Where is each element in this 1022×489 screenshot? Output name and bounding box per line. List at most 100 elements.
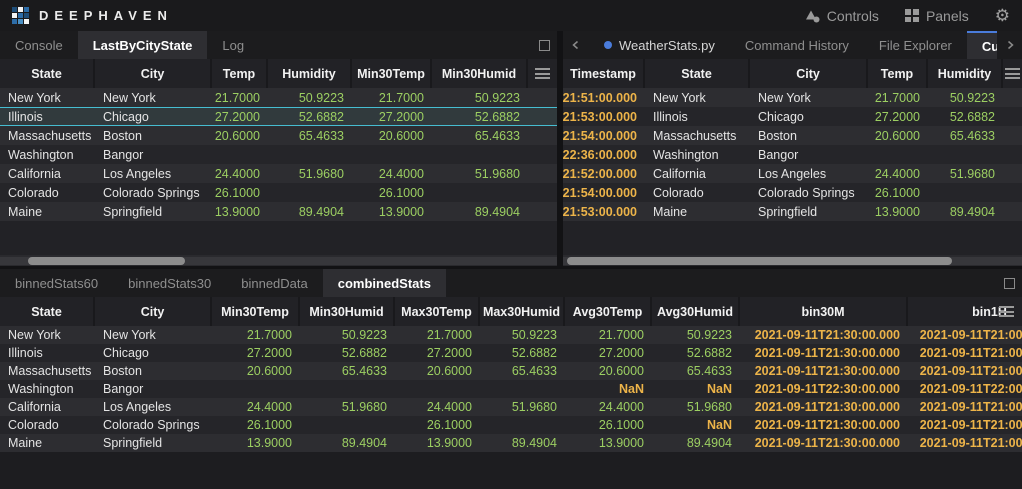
- horizontal-scrollbar[interactable]: [0, 255, 557, 266]
- table-row[interactable]: ColoradoColorado Springs26.100026.1000: [0, 183, 557, 202]
- settings-gear-icon[interactable]: ⚙: [995, 7, 1010, 24]
- table-row[interactable]: MaineSpringfield13.900089.490413.900089.…: [0, 434, 1022, 452]
- column-header[interactable]: Temp: [868, 59, 928, 88]
- table-cell: 89.4904: [480, 434, 565, 452]
- right-panel-tab-bar: WeatherStats.py Command History File Exp…: [563, 31, 1022, 59]
- tab-binnedstats30[interactable]: binnedStats30: [113, 269, 226, 297]
- column-header[interactable]: Avg30Temp: [565, 297, 652, 326]
- column-header[interactable]: bin30M: [740, 297, 908, 326]
- scrollbar-thumb[interactable]: [28, 257, 185, 265]
- column-header[interactable]: Min30Humid: [432, 59, 528, 88]
- table-row[interactable]: ColoradoColorado Springs26.100026.100026…: [0, 416, 1022, 434]
- column-header[interactable]: State: [0, 59, 95, 88]
- horizontal-splitter[interactable]: [0, 266, 1022, 269]
- table-cell: 52.6882: [480, 344, 565, 362]
- panels-button[interactable]: Panels: [905, 8, 969, 24]
- tab-scroll-right-icon[interactable]: [997, 31, 1022, 59]
- table-cell: 2021-09-11T21:00:00.000: [908, 326, 1022, 344]
- table-cell: 50.9223: [268, 88, 352, 107]
- table-row[interactable]: 21:53:00.000MaineSpringfield13.900089.49…: [563, 202, 1022, 221]
- table-row[interactable]: MassachusettsBoston20.600065.463320.6000…: [0, 126, 557, 145]
- table-cell: Chicago: [95, 344, 212, 362]
- table-cell: 65.4633: [928, 126, 1003, 145]
- table-cell: [432, 145, 528, 164]
- column-header[interactable]: Min30Temp: [352, 59, 432, 88]
- table-row[interactable]: 21:51:00.000New YorkNew York21.700050.92…: [563, 88, 1022, 107]
- table-cell: 27.2000: [212, 344, 300, 362]
- table-cell: 51.9680: [432, 164, 528, 183]
- table-cell: New York: [0, 326, 95, 344]
- table-menu-icon[interactable]: [535, 68, 550, 79]
- table-cell: 50.9223: [928, 88, 1003, 107]
- table-row[interactable]: CaliforniaLos Angeles24.400051.968024.40…: [0, 398, 1022, 416]
- table-cell: [928, 145, 1003, 164]
- table-row[interactable]: New YorkNew York21.700050.922321.700050.…: [0, 326, 1022, 344]
- table-cell: [528, 108, 557, 125]
- table-cell: 20.6000: [565, 362, 652, 380]
- tab-bar-spacer: [446, 269, 996, 297]
- table-menu-icon[interactable]: [1005, 68, 1020, 79]
- table-row[interactable]: 21:53:00.000IllinoisChicago27.200052.688…: [563, 107, 1022, 126]
- tab-log[interactable]: Log: [207, 31, 259, 59]
- tab-binnedstats60[interactable]: binnedStats60: [0, 269, 113, 297]
- column-header[interactable]: Timestamp: [563, 59, 645, 88]
- column-header[interactable]: Min30Temp: [212, 297, 300, 326]
- table-row[interactable]: CaliforniaLos Angeles24.400051.968024.40…: [0, 164, 557, 183]
- tab-combinedstats[interactable]: combinedStats: [323, 269, 446, 297]
- table-row[interactable]: 21:52:00.000CaliforniaLos Angeles24.4000…: [563, 164, 1022, 183]
- table-cell: 21:54:00.000: [563, 183, 645, 202]
- tab-current[interactable]: Current: [967, 31, 997, 59]
- table-menu-button[interactable]: [528, 59, 557, 88]
- column-header[interactable]: Humidity: [268, 59, 352, 88]
- tab-command-history[interactable]: Command History: [730, 31, 864, 59]
- table-row[interactable]: IllinoisChicago27.200052.688227.200052.6…: [0, 344, 1022, 362]
- table-row[interactable]: 22:36:00.000WashingtonBangor: [563, 145, 1022, 164]
- table-cell: 27.2000: [352, 108, 432, 125]
- column-header[interactable]: State: [645, 59, 750, 88]
- table-row[interactable]: WashingtonBangorNaNNaN2021-09-11T22:30:0…: [0, 380, 1022, 398]
- table-cell: 50.9223: [432, 88, 528, 107]
- tab-console[interactable]: Console: [0, 31, 78, 59]
- tab-weatherstats-py[interactable]: WeatherStats.py: [589, 31, 730, 59]
- table-cell: [212, 145, 268, 164]
- column-header[interactable]: State: [0, 297, 95, 326]
- tab-scroll-left-icon[interactable]: [563, 31, 589, 59]
- table-cell: 13.9000: [868, 202, 928, 221]
- column-header[interactable]: Max30Humid: [480, 297, 565, 326]
- table-row[interactable]: IllinoisChicago27.200052.688227.200052.6…: [0, 107, 557, 126]
- column-header[interactable]: Temp: [212, 59, 268, 88]
- table-cell: 89.4904: [928, 202, 1003, 221]
- table-cell: New York: [95, 88, 212, 107]
- column-header[interactable]: Min30Humid: [300, 297, 395, 326]
- table-cell: New York: [0, 88, 95, 107]
- tab-lastbycitystate[interactable]: LastByCityState: [78, 31, 208, 59]
- column-header[interactable]: Humidity: [928, 59, 1003, 88]
- column-header[interactable]: Max30Temp: [395, 297, 480, 326]
- table-cell: 89.4904: [300, 434, 395, 452]
- table-row[interactable]: WashingtonBangor: [0, 145, 557, 164]
- tab-binneddata[interactable]: binnedData: [226, 269, 323, 297]
- table-row[interactable]: 21:54:00.000ColoradoColorado Springs26.1…: [563, 183, 1022, 202]
- horizontal-scrollbar[interactable]: [563, 255, 1022, 266]
- table-row[interactable]: New YorkNew York21.700050.922321.700050.…: [0, 88, 557, 107]
- unsaved-dot-icon: [604, 41, 612, 49]
- table-row[interactable]: 21:54:00.000MassachusettsBoston20.600065…: [563, 126, 1022, 145]
- table-cell: 52.6882: [928, 107, 1003, 126]
- vertical-splitter[interactable]: [557, 31, 563, 266]
- table-cell: [528, 145, 557, 164]
- table-menu-button[interactable]: [1003, 59, 1022, 88]
- table-row[interactable]: MassachusettsBoston20.600065.463320.6000…: [0, 362, 1022, 380]
- table-menu-icon[interactable]: [999, 306, 1014, 317]
- column-header[interactable]: Avg30Humid: [652, 297, 740, 326]
- maximize-icon[interactable]: [996, 269, 1022, 297]
- column-header[interactable]: City: [750, 59, 868, 88]
- tab-file-explorer[interactable]: File Explorer: [864, 31, 967, 59]
- controls-button[interactable]: Controls: [805, 8, 879, 24]
- table-row[interactable]: MaineSpringfield13.900089.490413.900089.…: [0, 202, 557, 221]
- table-header-row: StateCityTempHumidityMin30TempMin30Humid: [0, 59, 557, 88]
- column-header[interactable]: City: [95, 297, 212, 326]
- maximize-icon[interactable]: [531, 31, 557, 59]
- column-header[interactable]: City: [95, 59, 212, 88]
- table-menu-button[interactable]: [994, 297, 1018, 326]
- scrollbar-thumb[interactable]: [567, 257, 952, 265]
